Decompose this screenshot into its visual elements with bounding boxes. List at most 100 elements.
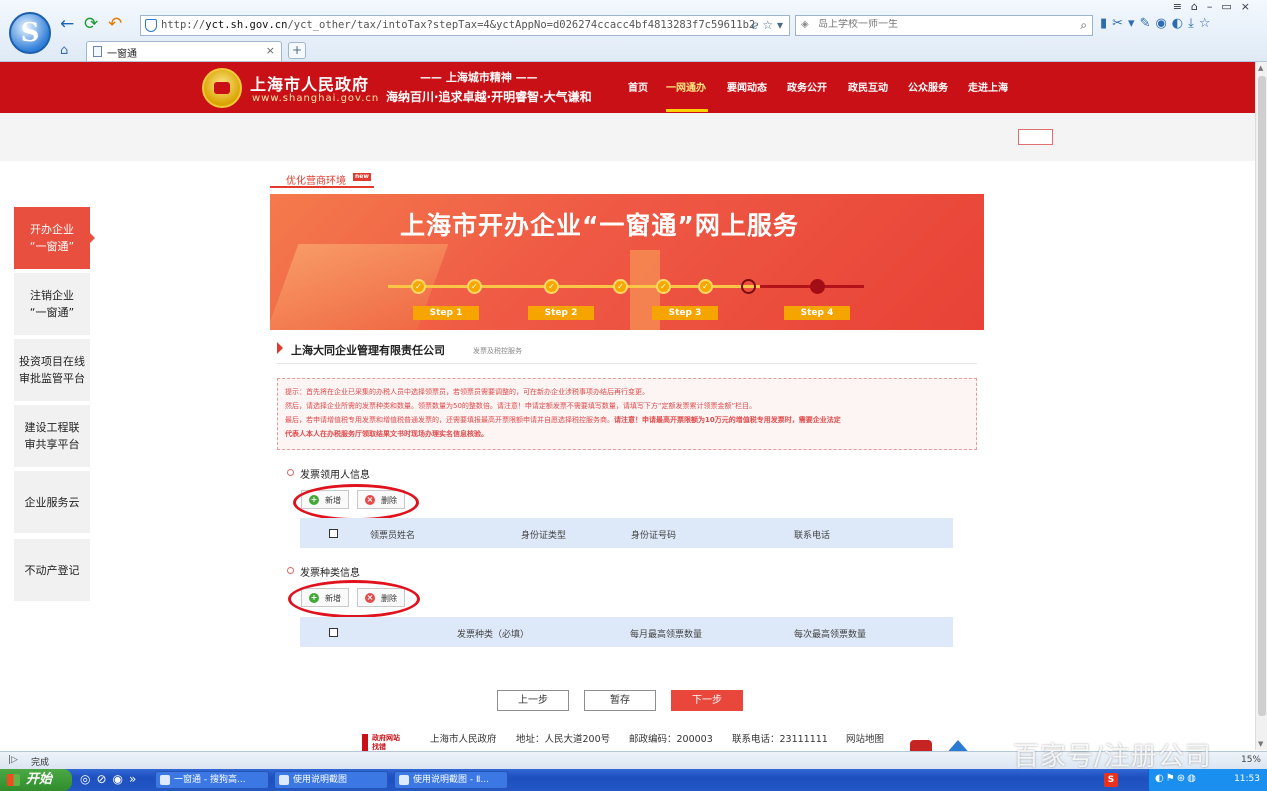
nav-about-shanghai[interactable]: 走进上海 (968, 79, 1008, 94)
city-spirit-slogan: 海纳百川·追求卓越·开明睿智·大气谦和 (386, 90, 592, 104)
footer-sitemap-link[interactable]: 网站地图 (846, 731, 884, 745)
nav-online-service[interactable]: 一网通办 (666, 79, 706, 94)
new-tab-button[interactable]: + (288, 42, 306, 59)
column-header: 发票种类（必填） (457, 630, 530, 640)
search-box[interactable]: ◈ ⌕ (795, 15, 1093, 36)
step-current-icon (741, 279, 756, 294)
column-header: 身份证类型 (521, 531, 567, 541)
step-4-label: Step 4 (784, 306, 850, 320)
sidebar-item-open-business[interactable]: 开办企业 “一窗通” (14, 207, 95, 269)
step-done-icon: ✓ (411, 279, 426, 294)
scroll-down-icon[interactable]: ▼ (1258, 740, 1263, 748)
star-icon[interactable]: ℯ ☆ ▾ (751, 18, 783, 32)
window-controls[interactable]: ≡⌂–▭× (1173, 0, 1259, 13)
nav-interaction[interactable]: 政民互动 (848, 79, 888, 94)
close-icon[interactable]: × (266, 44, 275, 57)
select-all-checkbox[interactable] (329, 628, 338, 637)
nav-active-underline (666, 109, 708, 112)
page-icon (93, 46, 102, 57)
taskbar-item-image-viewer[interactable]: 使用说明截图 - Ⅱ... (394, 771, 508, 789)
step-3-label: Step 3 (652, 306, 718, 320)
column-header: 联系电话 (794, 531, 831, 541)
step-2-label: Step 2 (528, 306, 594, 320)
step-done-icon: ✓ (613, 279, 628, 294)
divider (277, 363, 977, 364)
browser-icon (160, 775, 170, 785)
notice-box: 提示：首先将在企业已采集的办税人员中选择领票员，若领票员需要调整的，可在新办企业… (277, 378, 977, 450)
image-icon (399, 775, 409, 785)
url-text[interactable]: http://yct.sh.gov.cn/yct_other/tax/intoT… (161, 19, 755, 31)
start-button[interactable]: 开始 (0, 769, 72, 791)
invoice-type-table-header: 发票种类（必填） 每月最高领票数量 每次最高领票数量 (300, 617, 953, 647)
company-subtitle: 发票及税控服务 (473, 347, 522, 355)
section-marker-icon (277, 342, 283, 354)
nav-news[interactable]: 要闻动态 (727, 79, 767, 94)
shield-icon (145, 19, 157, 32)
step-done-icon: ✓ (544, 279, 559, 294)
banner: 上海市开办企业“一窗通”网上服务 ✓ ✓ ✓ ✓ ✓ ✓ Step 1 Step… (270, 194, 984, 330)
next-step-button[interactable]: 下一步 (671, 690, 743, 711)
sidebar-item-real-estate[interactable]: 不动产登记 (14, 539, 90, 601)
home-icon[interactable]: ⌂ (60, 43, 68, 58)
prev-step-button[interactable]: 上一步 (497, 690, 569, 711)
scroll-up-icon[interactable]: ▲ (1258, 64, 1263, 72)
sidebar-item-investment-approval[interactable]: 投资项目在线 审批监管平台 (14, 339, 90, 401)
search-icon[interactable]: ⌕ (1080, 18, 1087, 33)
browser-logo-icon: S (9, 12, 51, 54)
step-pending-icon (810, 279, 825, 294)
city-spirit-title: —— 上海城市精神 —— (420, 71, 538, 84)
step-1-label: Step 1 (413, 306, 479, 320)
national-emblem-icon (202, 68, 242, 108)
zoom-level[interactable]: 15% (1241, 755, 1261, 765)
site-header: 上海市人民政府 www.shanghai.gov.cn —— 上海城市精神 ——… (0, 62, 1255, 113)
nav-home[interactable]: 首页 (628, 79, 648, 94)
section-invoice-recipient-title: 发票领用人信息 (300, 470, 370, 481)
windows-flag-icon (7, 774, 20, 786)
header-input-box[interactable] (1018, 129, 1053, 145)
quick-launch-icons[interactable]: ◎⊘◉» (80, 772, 142, 786)
sidebar-item-cancel-business[interactable]: 注销企业 “一窗通” (14, 273, 90, 335)
status-text: 完成 (31, 758, 50, 768)
optimize-business-tab[interactable]: 优化营商环境 new (270, 170, 374, 188)
tab-title: 一窗通 (107, 49, 137, 60)
step-done-icon: ✓ (467, 279, 482, 294)
scroll-thumb[interactable] (1258, 76, 1266, 716)
section-bullet-icon (287, 567, 294, 574)
undo-icon[interactable]: ↶ (108, 14, 122, 34)
folder-icon (279, 775, 289, 785)
highlight-annotation (293, 484, 419, 521)
status-icon: |▷ (8, 755, 18, 765)
save-draft-button[interactable]: 暂存 (584, 690, 656, 711)
step-done-icon: ✓ (656, 279, 671, 294)
toolbar-icons[interactable]: ▮✂▾✎◉◐⤓☆ (1100, 16, 1216, 31)
sidebar-item-construction-review[interactable]: 建设工程联 审共享平台 (14, 405, 90, 467)
footer-org: 上海市人民政府 (430, 734, 497, 745)
column-header: 领票员姓名 (370, 531, 416, 541)
tab-yichuangtong[interactable]: 一窗通 × (86, 41, 282, 61)
back-icon[interactable]: ← (60, 14, 74, 34)
system-tray: ◐⚑⊛◍ 11:53 (1148, 769, 1267, 791)
company-name: 上海大同企业管理有限责任公司 (291, 344, 445, 357)
watermark: 百家号/注册公司 (1013, 742, 1212, 772)
taskbar-item-browser[interactable]: 一窗通 - 搜狗高... (155, 771, 269, 789)
select-all-checkbox[interactable] (329, 529, 338, 538)
address-bar[interactable]: http://yct.sh.gov.cn/yct_other/tax/intoT… (140, 15, 790, 36)
windows-taskbar: 开始 ◎⊘◉» 一窗通 - 搜狗高... 使用说明截图 使用说明截图 - Ⅱ..… (0, 769, 1267, 791)
vertical-scrollbar[interactable]: ▲ ▼ (1255, 62, 1267, 750)
sub-header-band (0, 113, 1255, 161)
nav-gov-affairs[interactable]: 政务公开 (787, 79, 827, 94)
column-header: 身份证号码 (631, 531, 677, 541)
banner-title: 上海市开办企业“一窗通”网上服务 (400, 211, 799, 240)
sidebar-item-enterprise-cloud[interactable]: 企业服务云 (14, 471, 90, 533)
refresh-icon[interactable]: ⟳ (84, 14, 98, 34)
input-method-icon[interactable]: S (1104, 773, 1118, 787)
nav-public-service[interactable]: 公众服务 (908, 79, 948, 94)
tray-icons[interactable]: ◐⚑⊛◍ (1155, 773, 1198, 784)
recipient-table-header: 领票员姓名 身份证类型 身份证号码 联系电话 (300, 518, 953, 548)
search-input[interactable] (818, 19, 1058, 30)
taskbar-item-folder[interactable]: 使用说明截图 (274, 771, 388, 789)
search-engine-icon[interactable]: ◈ (801, 19, 809, 30)
clock[interactable]: 11:53 (1234, 774, 1260, 784)
gov-name[interactable]: 上海市人民政府 (250, 71, 369, 95)
section-bullet-icon (287, 469, 294, 476)
